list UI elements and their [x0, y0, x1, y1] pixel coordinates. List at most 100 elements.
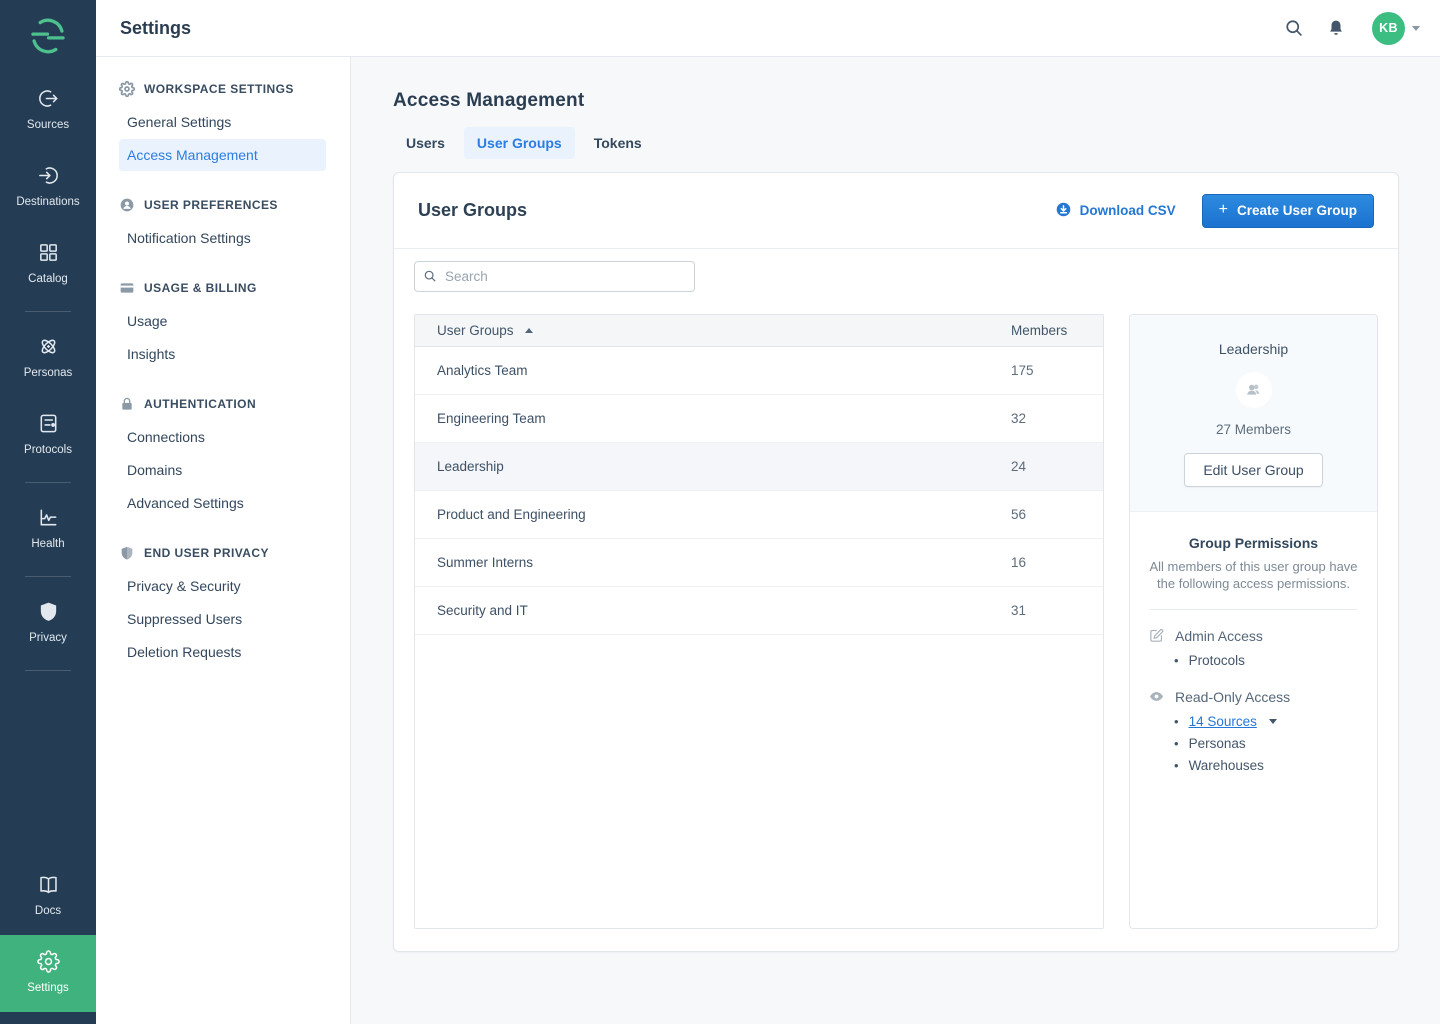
group-members-cell: 24: [1011, 459, 1085, 474]
download-icon: [1055, 201, 1072, 221]
chevron-down-icon: [1412, 26, 1420, 31]
app: Sources Destinations Catalog Personas Pr…: [0, 0, 1440, 1024]
permissions-description: All members of this user group have the …: [1148, 559, 1359, 592]
group-members-cell: 31: [1011, 603, 1085, 618]
rail-item-label: Catalog: [28, 273, 68, 285]
tab-tokens[interactable]: Tokens: [581, 127, 655, 159]
subnav-item-advanced-settings[interactable]: Advanced Settings: [119, 487, 326, 519]
search-icon[interactable]: [1284, 18, 1304, 38]
subnav-section-label: USAGE & BILLING: [144, 281, 257, 295]
rail-item-label: Protocols: [24, 444, 72, 456]
group-name: Leadership: [1146, 341, 1361, 357]
rail-bottom: [0, 1012, 96, 1024]
account-menu[interactable]: KB: [1372, 12, 1420, 45]
table-row[interactable]: Leadership 24: [415, 443, 1103, 491]
subnav-item-deletion-requests[interactable]: Deletion Requests: [119, 636, 326, 668]
permission-item-label: Warehouses: [1189, 758, 1264, 773]
permissions-title: Group Permissions: [1148, 535, 1359, 551]
table-row[interactable]: Security and IT 31: [415, 587, 1103, 635]
privacy-icon: [37, 600, 60, 623]
subnav-section-header: USER PREFERENCES: [119, 195, 326, 215]
group-members-cell: 32: [1011, 411, 1085, 426]
subnav-item-notification-settings[interactable]: Notification Settings: [119, 222, 326, 254]
group-members-cell: 56: [1011, 507, 1085, 522]
nav-rail: Sources Destinations Catalog Personas Pr…: [0, 0, 96, 1024]
subnav-item-connections[interactable]: Connections: [119, 421, 326, 453]
rail-item-catalog[interactable]: Catalog: [0, 226, 96, 303]
group-name-cell: Summer Interns: [437, 555, 533, 570]
permission-item-label: Personas: [1189, 736, 1246, 751]
subnav-section-header: WORKSPACE SETTINGS: [119, 79, 326, 99]
table-row[interactable]: Engineering Team 32: [415, 395, 1103, 443]
rail-item-sources[interactable]: Sources: [0, 72, 96, 149]
group-members-cell: 16: [1011, 555, 1085, 570]
permission-group-label: Admin Access: [1175, 628, 1263, 644]
permission-group-header: Read-Only Access: [1148, 688, 1359, 705]
lock-icon: [119, 396, 135, 412]
subnav-item-access-management[interactable]: Access Management: [119, 139, 326, 171]
bullet: •: [1174, 714, 1179, 729]
sort-user-groups-column[interactable]: User Groups: [437, 323, 533, 338]
tab-bar: Users User Groups Tokens: [393, 127, 1398, 159]
rail-item-destinations[interactable]: Destinations: [0, 149, 96, 226]
rail-item-docs[interactable]: Docs: [0, 858, 96, 935]
rail-item-privacy[interactable]: Privacy: [0, 585, 96, 662]
subnav-section: USER PREFERENCES Notification Settings: [119, 195, 326, 254]
subnav-section: USAGE & BILLING UsageInsights: [119, 278, 326, 370]
subnav-section: WORKSPACE SETTINGS General SettingsAcces…: [119, 79, 326, 171]
user-groups-card: User Groups Download CSV + Create User G…: [393, 172, 1399, 952]
gear-icon: [119, 81, 135, 97]
permission-item: • Warehouses: [1174, 754, 1359, 776]
segment-logo[interactable]: [0, 0, 96, 72]
subnav-item-domains[interactable]: Domains: [119, 454, 326, 486]
subnav-item-suppressed-users[interactable]: Suppressed Users: [119, 603, 326, 635]
table-row[interactable]: Analytics Team 175: [415, 347, 1103, 395]
notifications-bell-icon[interactable]: [1326, 18, 1346, 38]
chevron-down-icon[interactable]: [1269, 719, 1277, 724]
column-header-user-groups: User Groups: [437, 323, 514, 338]
subnav-item-usage[interactable]: Usage: [119, 305, 326, 337]
subnav-section-header: USAGE & BILLING: [119, 278, 326, 298]
divider: [1150, 609, 1357, 610]
plus-icon: +: [1219, 204, 1228, 216]
rail-item-personas[interactable]: Personas: [0, 320, 96, 397]
create-user-group-label: Create User Group: [1237, 203, 1357, 218]
avatar[interactable]: KB: [1372, 12, 1405, 45]
page-header-title: Settings: [120, 18, 191, 39]
permission-item[interactable]: • 14 Sources: [1174, 710, 1359, 732]
rail-item-protocols[interactable]: Protocols: [0, 397, 96, 474]
rail-item-settings[interactable]: Settings: [0, 935, 96, 1012]
group-name-cell: Engineering Team: [437, 411, 546, 426]
group-member-count: 27 Members: [1146, 422, 1361, 437]
download-csv-button[interactable]: Download CSV: [1055, 201, 1176, 221]
group-name-cell: Product and Engineering: [437, 507, 586, 522]
rail-item-label: Settings: [27, 982, 69, 994]
permission-group: Admin Access • Protocols: [1148, 627, 1359, 671]
health-icon: [37, 506, 60, 529]
search-input[interactable]: [414, 261, 695, 292]
create-user-group-button[interactable]: + Create User Group: [1202, 194, 1374, 228]
subnav-item-insights[interactable]: Insights: [119, 338, 326, 370]
table-row[interactable]: Product and Engineering 56: [415, 491, 1103, 539]
tab-user-groups[interactable]: User Groups: [464, 127, 575, 159]
rail-item-health[interactable]: Health: [0, 491, 96, 568]
permission-group: Read-Only Access • 14 Sources • Personas…: [1148, 688, 1359, 776]
edit-user-group-button[interactable]: Edit User Group: [1184, 453, 1322, 487]
permission-item: • Personas: [1174, 732, 1359, 754]
personas-icon: [37, 335, 60, 358]
subnav-section-label: AUTHENTICATION: [144, 397, 256, 411]
tab-users[interactable]: Users: [393, 127, 458, 159]
rail-item-label: Destinations: [16, 196, 79, 208]
sources-expand-link[interactable]: 14 Sources: [1189, 714, 1257, 729]
subnav-item-privacy-security[interactable]: Privacy & Security: [119, 570, 326, 602]
permission-group-label: Read-Only Access: [1175, 689, 1290, 705]
subnav-item-general-settings[interactable]: General Settings: [119, 106, 326, 138]
subnav-section: END USER PRIVACY Privacy & SecuritySuppr…: [119, 543, 326, 668]
group-members-cell: 175: [1011, 363, 1085, 378]
rail-item-label: Personas: [24, 367, 73, 379]
permission-group-header: Admin Access: [1148, 627, 1359, 644]
eye-icon: [1148, 688, 1165, 705]
table-row[interactable]: Summer Interns 16: [415, 539, 1103, 587]
rail-item-label: Health: [31, 538, 64, 550]
shield-icon: [119, 545, 135, 561]
